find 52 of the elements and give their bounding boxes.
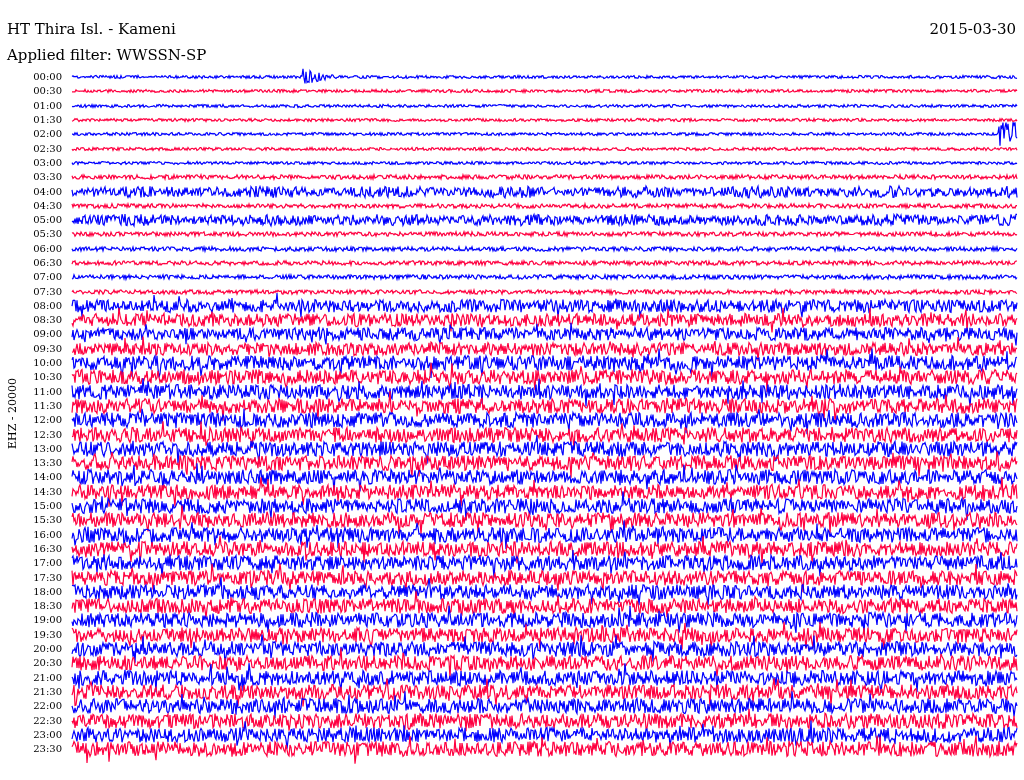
time-label: 15:30 bbox=[32, 515, 63, 526]
time-label: 22:30 bbox=[32, 715, 63, 726]
time-label: 15:00 bbox=[32, 501, 63, 512]
filter-label: Applied filter: WWSSN-SP bbox=[6, 45, 208, 64]
time-label: 12:30 bbox=[32, 429, 63, 440]
time-label: 03:30 bbox=[32, 172, 63, 183]
time-label: 18:30 bbox=[32, 601, 63, 612]
time-label: 13:00 bbox=[32, 443, 63, 454]
time-label: 02:00 bbox=[32, 129, 63, 140]
time-label: 17:00 bbox=[32, 558, 63, 569]
date-label: 2015-03-30 bbox=[929, 20, 1016, 38]
time-label: 06:30 bbox=[32, 258, 63, 268]
time-label: 21:00 bbox=[32, 672, 63, 683]
time-label: 20:00 bbox=[32, 644, 63, 654]
time-label: 00:30 bbox=[32, 86, 63, 97]
time-label: 00:00 bbox=[32, 72, 63, 83]
time-label: 22:00 bbox=[32, 701, 63, 712]
time-label: 03:00 bbox=[32, 157, 63, 168]
channel-label: EHZ - 20000 bbox=[5, 377, 19, 449]
time-label: 02:30 bbox=[32, 143, 63, 154]
time-label: 14:00 bbox=[32, 472, 63, 483]
time-label: 07:00 bbox=[32, 272, 63, 283]
time-label: 13:30 bbox=[32, 458, 63, 469]
time-label: 23:30 bbox=[32, 744, 63, 755]
time-label: 11:00 bbox=[32, 386, 63, 397]
time-label: 04:30 bbox=[32, 200, 63, 211]
time-label: 16:30 bbox=[32, 543, 63, 554]
time-label: 08:00 bbox=[32, 300, 63, 311]
time-label: 09:30 bbox=[32, 343, 63, 354]
time-label: 17:30 bbox=[32, 572, 63, 583]
time-label: 20:30 bbox=[32, 658, 63, 669]
time-label: 06:00 bbox=[32, 243, 63, 254]
time-label: 01:30 bbox=[32, 115, 63, 126]
time-label: 05:00 bbox=[32, 215, 63, 226]
time-label: 18:00 bbox=[32, 586, 63, 597]
time-label: 21:30 bbox=[32, 686, 63, 697]
time-label: 07:30 bbox=[32, 286, 63, 297]
time-label: 10:30 bbox=[32, 372, 63, 383]
time-label: 19:30 bbox=[32, 629, 63, 640]
time-label: 08:30 bbox=[32, 315, 63, 326]
time-label: 01:00 bbox=[32, 100, 63, 111]
time-label: 11:30 bbox=[32, 400, 63, 411]
time-label: 04:00 bbox=[32, 186, 63, 197]
time-label: 19:00 bbox=[32, 615, 63, 626]
time-label: 16:00 bbox=[32, 529, 63, 540]
time-label: 12:00 bbox=[32, 415, 63, 426]
time-label: 10:00 bbox=[32, 358, 63, 369]
station-title: HT Thira Isl. - Kameni bbox=[7, 20, 176, 38]
time-label: 23:00 bbox=[32, 729, 63, 740]
time-label: 05:30 bbox=[32, 229, 63, 240]
time-label: 14:30 bbox=[32, 486, 63, 497]
time-label: 09:00 bbox=[32, 329, 63, 340]
